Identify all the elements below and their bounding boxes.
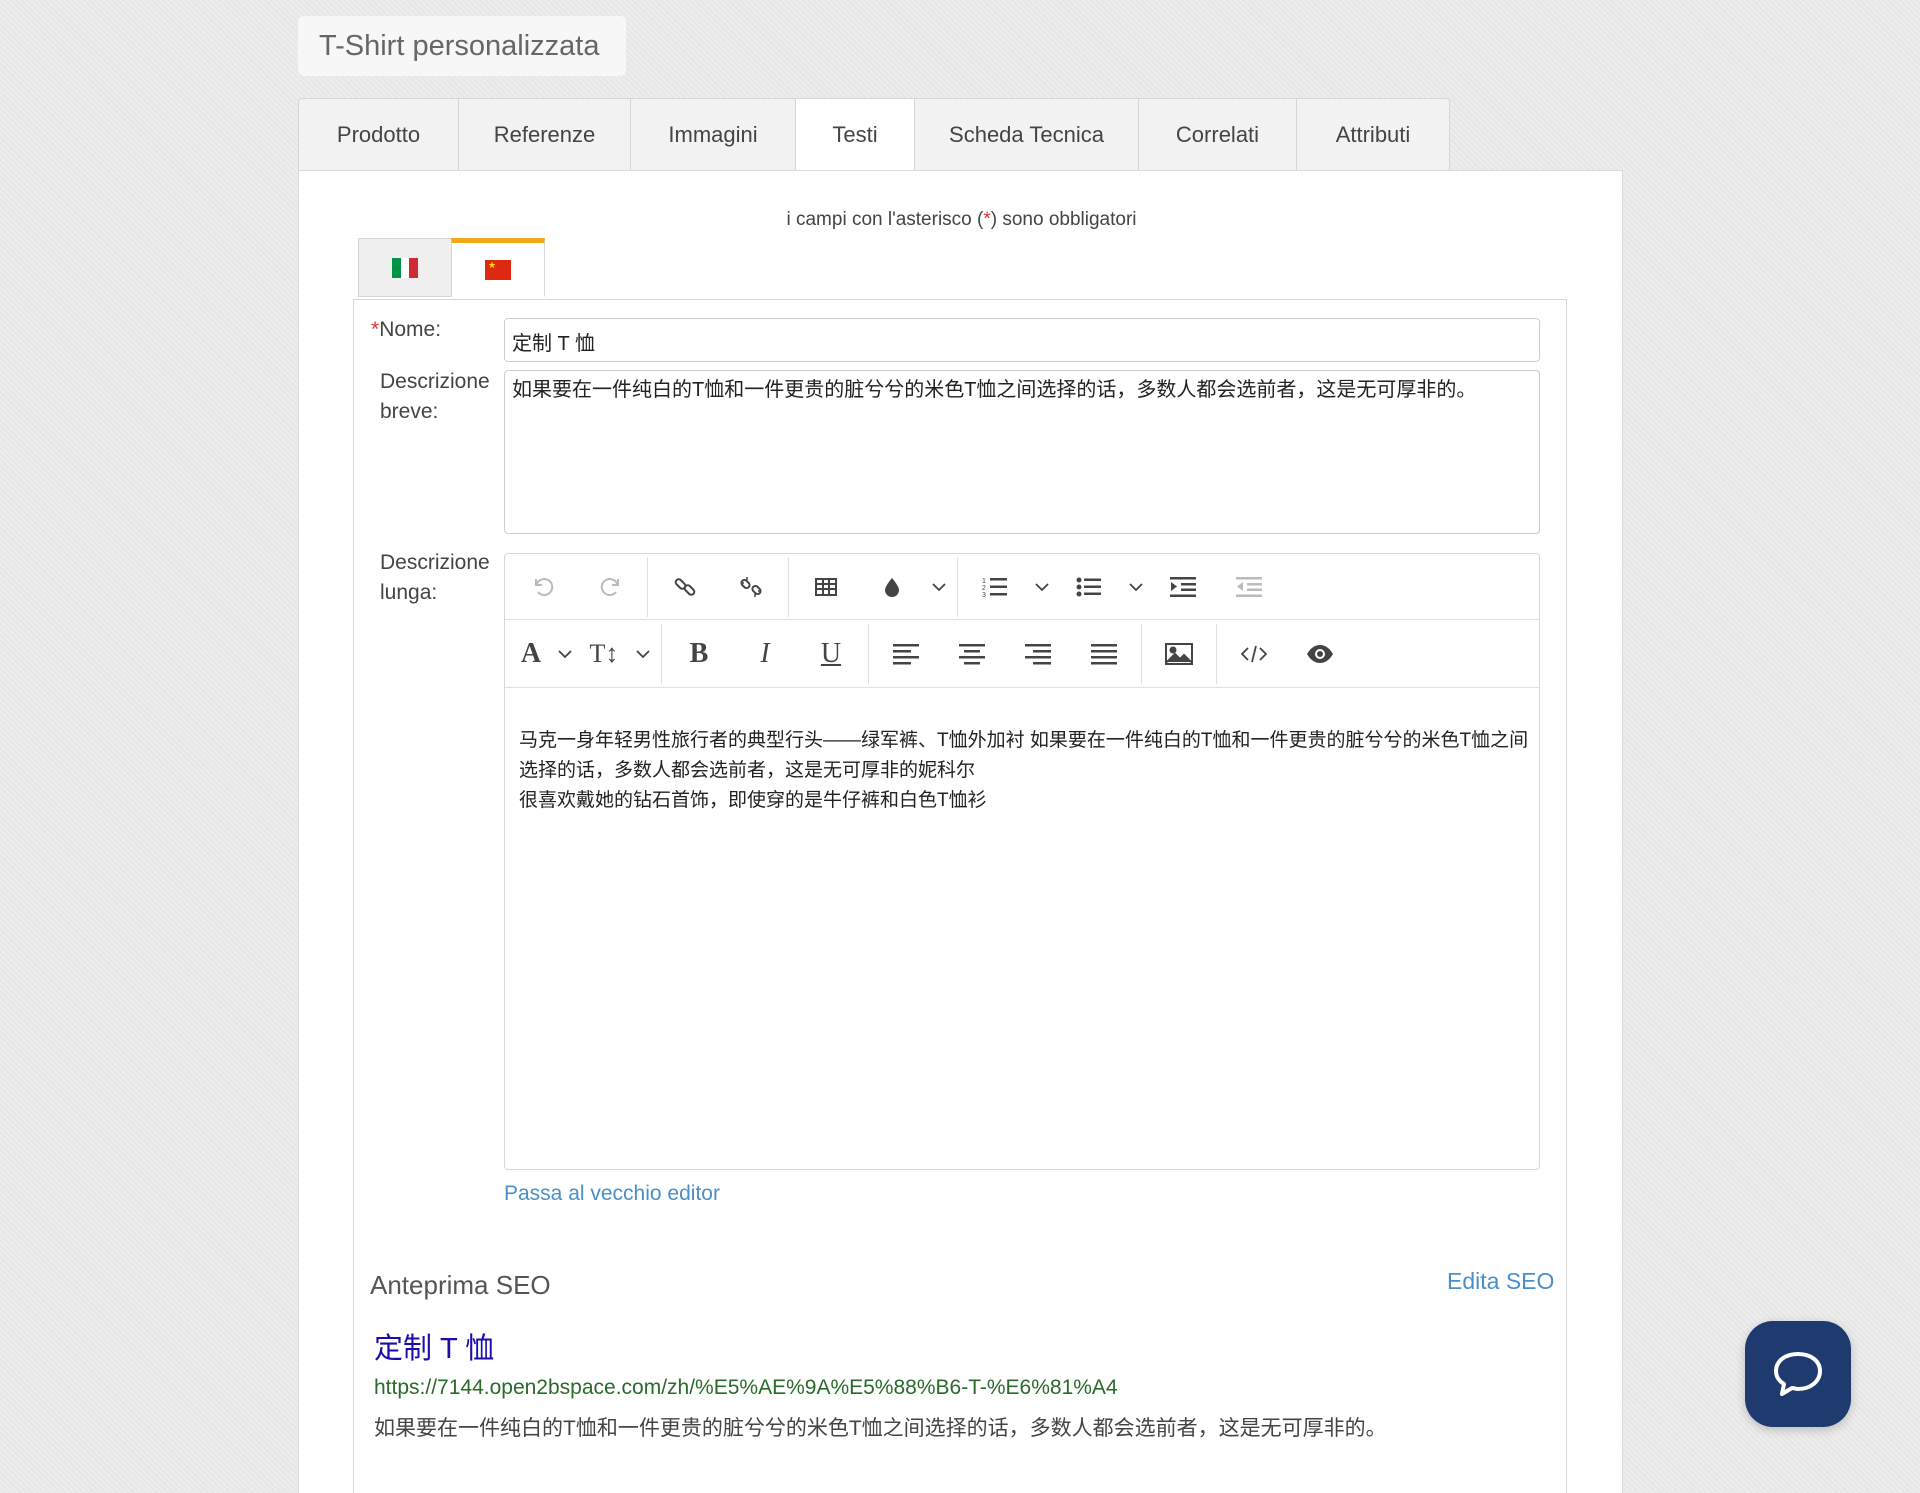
texts-panel: i campi con l'asterisco (*) sono obbliga… bbox=[298, 170, 1623, 1493]
svg-text:1: 1 bbox=[982, 578, 986, 585]
ordered-list-icon[interactable]: 123 bbox=[962, 563, 1028, 611]
align-right-icon[interactable] bbox=[1005, 630, 1071, 678]
product-tabs: Prodotto Referenze Immagini Testi Scheda… bbox=[298, 98, 1450, 171]
tab-scheda-tecnica[interactable]: Scheda Tecnica bbox=[914, 98, 1138, 171]
tab-immagini[interactable]: Immagini bbox=[630, 98, 795, 171]
name-required-star: * bbox=[371, 318, 380, 341]
name-label-text: Nome: bbox=[379, 318, 442, 341]
lang-tab-chinese[interactable] bbox=[451, 238, 545, 297]
italy-flag-icon bbox=[392, 257, 419, 278]
chat-button[interactable] bbox=[1745, 1321, 1851, 1427]
lang-tab-italian[interactable] bbox=[358, 238, 452, 297]
edit-seo-link[interactable]: Edita SEO bbox=[1447, 1268, 1554, 1295]
chevron-down-icon[interactable] bbox=[551, 630, 579, 678]
seo-preview-name: 定制 T 恤 bbox=[374, 1333, 495, 1365]
image-icon[interactable] bbox=[1146, 630, 1212, 678]
long-desc-label-line2: lunga: bbox=[380, 581, 438, 604]
tab-referenze[interactable]: Referenze bbox=[458, 98, 630, 171]
short-description-label: Descrizione breve: bbox=[380, 367, 490, 427]
preview-eye-icon[interactable] bbox=[1287, 630, 1353, 678]
svg-text:3: 3 bbox=[982, 592, 986, 599]
seo-preview-description: 如果要在一件纯白的T恤和一件更贵的脏兮兮的米色T恤之间选择的话，多数人都会选前者… bbox=[374, 1417, 1387, 1440]
required-star: * bbox=[983, 209, 991, 230]
align-center-icon[interactable] bbox=[939, 630, 1005, 678]
text-form: *Nome: 定制 T 恤 Descrizione breve: 如果要在一件纯… bbox=[353, 299, 1567, 1493]
required-note-text: i campi con l'asterisco ( bbox=[786, 209, 984, 230]
old-editor-link[interactable]: Passa al vecchio editor bbox=[504, 1182, 720, 1206]
svg-text:2: 2 bbox=[982, 585, 986, 592]
short-desc-label-line1: Descrizione bbox=[380, 370, 490, 393]
long-desc-paragraph-2: 很喜欢戴她的钻石首饰，即使穿的是牛仔裤和白色T恤衫 bbox=[519, 790, 987, 811]
undo-icon[interactable] bbox=[511, 563, 577, 611]
unordered-list-icon[interactable] bbox=[1056, 563, 1122, 611]
page-title: T-Shirt personalizzata bbox=[298, 16, 626, 76]
tab-prodotto[interactable]: Prodotto bbox=[298, 98, 458, 171]
tab-correlati[interactable]: Correlati bbox=[1138, 98, 1296, 171]
long-description-label: Descrizione lunga: bbox=[380, 548, 490, 608]
indent-icon[interactable] bbox=[1150, 563, 1216, 611]
redo-icon[interactable] bbox=[577, 563, 643, 611]
chevron-down-icon[interactable] bbox=[925, 563, 953, 611]
seo-preview-url: https://7144.open2bspace.com/zh/%E5%AE%9… bbox=[374, 1376, 1118, 1399]
editor-toolbar-row-1: 123 bbox=[505, 554, 1539, 620]
tab-testi[interactable]: Testi bbox=[795, 98, 914, 171]
font-size-icon[interactable]: T↕ bbox=[579, 630, 629, 678]
name-label: *Nome: bbox=[371, 315, 441, 345]
bold-icon[interactable]: B bbox=[666, 630, 732, 678]
chevron-down-icon[interactable] bbox=[629, 630, 657, 678]
rich-text-editor: 123 A T↕ B I U 马克一身年轻男性旅行者的典型行头——绿军裤、T恤外… bbox=[504, 553, 1540, 1170]
align-justify-icon[interactable] bbox=[1071, 630, 1137, 678]
chevron-down-icon[interactable] bbox=[1122, 563, 1150, 611]
required-note-text-end: ) sono obbligatori bbox=[990, 209, 1137, 230]
seo-preview-title: Anteprima SEO bbox=[370, 1270, 551, 1300]
editor-toolbar-row-2: A T↕ B I U bbox=[505, 620, 1539, 688]
font-color-icon[interactable]: A bbox=[511, 630, 551, 678]
unlink-icon[interactable] bbox=[718, 563, 784, 611]
chat-bubble-icon bbox=[1774, 1352, 1822, 1396]
china-flag-icon bbox=[485, 259, 511, 280]
link-icon[interactable] bbox=[652, 563, 718, 611]
tab-attributi[interactable]: Attributi bbox=[1296, 98, 1450, 171]
code-icon[interactable] bbox=[1221, 630, 1287, 678]
short-desc-label-line2: breve: bbox=[380, 400, 439, 423]
underline-icon[interactable]: U bbox=[798, 630, 864, 678]
language-tabs bbox=[358, 238, 545, 297]
editor-content[interactable]: 马克一身年轻男性旅行者的典型行头——绿军裤、T恤外加衬 如果要在一件纯白的T恤和… bbox=[519, 726, 1529, 816]
required-fields-note: i campi con l'asterisco (*) sono obbliga… bbox=[299, 209, 1624, 231]
short-description-textarea[interactable]: 如果要在一件纯白的T恤和一件更贵的脏兮兮的米色T恤之间选择的话，多数人都会选前者… bbox=[504, 370, 1540, 534]
long-desc-paragraph-1: 马克一身年轻男性旅行者的典型行头——绿军裤、T恤外加衬 如果要在一件纯白的T恤和… bbox=[519, 730, 1529, 781]
italic-icon[interactable]: I bbox=[732, 630, 798, 678]
long-desc-label-line1: Descrizione bbox=[380, 551, 490, 574]
align-left-icon[interactable] bbox=[873, 630, 939, 678]
outdent-icon[interactable] bbox=[1216, 563, 1282, 611]
name-input[interactable]: 定制 T 恤 bbox=[504, 318, 1540, 362]
table-icon[interactable] bbox=[793, 563, 859, 611]
color-drop-icon[interactable] bbox=[859, 563, 925, 611]
chevron-down-icon[interactable] bbox=[1028, 563, 1056, 611]
